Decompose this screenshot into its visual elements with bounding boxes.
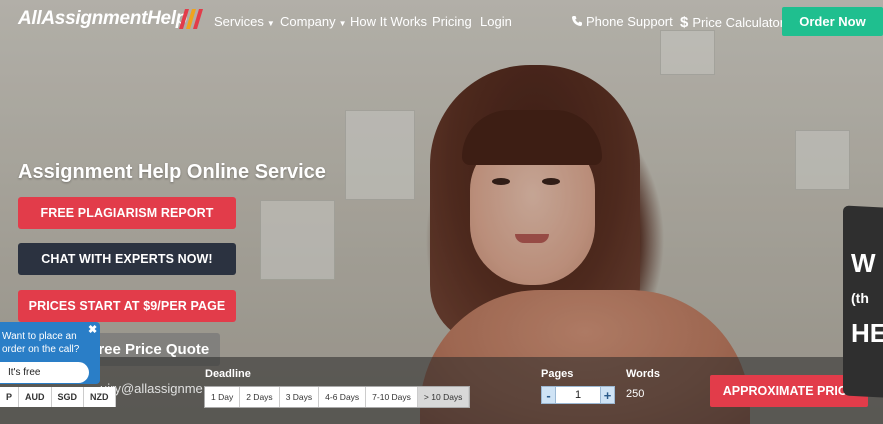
nav-services-label: Services [214, 14, 264, 29]
badge-letter: HE [851, 318, 883, 348]
currency-option[interactable]: NZD [84, 387, 116, 407]
chat-popup-text: Want to place an order on the call? [2, 330, 79, 356]
chevron-down-icon: ▼ [266, 19, 275, 28]
wall-paper [260, 200, 335, 280]
words-value: 250 [626, 388, 645, 400]
person-face [470, 135, 595, 285]
person-bangs [462, 110, 602, 165]
pages-label: Pages [541, 368, 574, 380]
person-eye [492, 178, 510, 185]
pages-stepper: - 1 + [541, 386, 615, 404]
currency-selector: P AUD SGD NZD [0, 387, 116, 407]
phone-support-label: Phone Support [586, 14, 673, 29]
order-now-button[interactable]: Order Now [782, 7, 883, 36]
nav-login[interactable]: Login [480, 14, 512, 29]
deadline-option[interactable]: 3 Days [279, 387, 320, 407]
chat-free-button[interactable]: It's free [0, 362, 89, 383]
pages-increment-button[interactable]: + [600, 386, 615, 404]
site-logo[interactable]: AllAssignmentHelp [18, 8, 187, 30]
deadline-option[interactable]: 4-6 Days [319, 387, 367, 407]
deadline-option[interactable]: 1 Day [205, 387, 241, 407]
person-eye [542, 178, 560, 185]
page-title: Assignment Help Online Service [18, 161, 326, 183]
price-calculator-link[interactable]: $ Price Calculator [680, 14, 784, 31]
nav-company-label: Company [280, 14, 336, 29]
nav-company[interactable]: Company ▼ [280, 14, 347, 29]
currency-option[interactable]: AUD [19, 387, 52, 407]
nav-services[interactable]: Services ▼ [214, 14, 275, 29]
currency-option[interactable]: SGD [51, 387, 85, 407]
chat-popup-line: Want to place an [2, 331, 77, 342]
words-label: Words [626, 368, 661, 380]
price-calculator-label: Price Calculator [692, 15, 785, 30]
deadline-label: Deadline [205, 368, 251, 380]
close-icon[interactable]: ✖ [88, 323, 97, 336]
wall-paper [795, 130, 850, 190]
person-hair [430, 65, 640, 345]
chevron-down-icon: ▼ [338, 19, 347, 28]
wall-paper [345, 110, 415, 200]
deadline-option[interactable]: 2 Days [240, 387, 280, 407]
person-mouth [515, 234, 549, 243]
badge-letter: W [851, 248, 876, 278]
pages-decrement-button[interactable]: - [541, 386, 556, 404]
chat-with-experts-button[interactable]: CHAT WITH EXPERTS NOW! [18, 243, 236, 275]
deadline-option[interactable]: 7-10 Days [366, 387, 418, 407]
dollar-icon: $ [680, 14, 689, 31]
chat-popup-line: order on the call? [2, 344, 80, 355]
deadline-option-selected[interactable]: > 10 Days [417, 387, 470, 407]
top-navbar: AllAssignmentHelp Services ▼ Company ▼ How… [0, 0, 883, 42]
currency-option[interactable]: P [0, 387, 20, 407]
pages-input[interactable]: 1 [556, 386, 600, 404]
deadline-selector: 1 Day 2 Days 3 Days 4-6 Days 7-10 Days >… [204, 386, 471, 408]
phone-icon [572, 16, 582, 26]
logo-mark-icon [179, 9, 203, 29]
prices-start-button[interactable]: PRICES START AT $9/PER PAGE [18, 290, 236, 322]
nav-pricing[interactable]: Pricing [432, 14, 472, 29]
nav-how-it-works[interactable]: How It Works [350, 14, 427, 29]
free-plagiarism-report-button[interactable]: FREE PLAGIARISM REPORT [18, 197, 236, 229]
badge-letter: (th [851, 290, 869, 306]
phone-support-link[interactable]: Phone Support [571, 14, 673, 29]
